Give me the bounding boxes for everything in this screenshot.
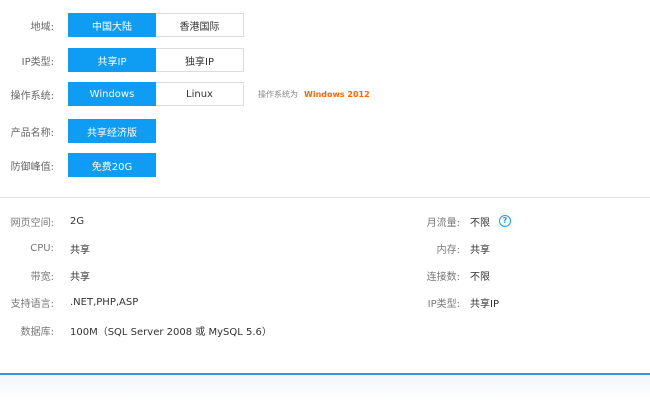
os-hint-value: Windows 2012 [304,89,370,99]
product-label: 产品名称: [10,127,54,139]
ddos-row: 防御峰值: 免费20G [0,152,156,178]
spec-database: 数据库: 100M（SQL Server 2008 或 MySQL 5.6） [0,323,272,338]
region-option-hongkong[interactable]: 香港国际 [156,13,244,37]
spec-value: 100M（SQL Server 2008 或 MySQL 5.6） [70,326,272,338]
spec-key: 数据库: [20,326,54,338]
ip-type-option-dedicated[interactable]: 独享IP [156,48,244,72]
ip-type-label: IP类型: [21,56,54,68]
ddos-label: 防御峰值: [10,161,54,173]
region-row: 地域: 中国大陆 香港国际 [0,12,244,38]
os-option-linux[interactable]: Linux [156,82,244,106]
product-option-shared-economy[interactable]: 共享经济版 [68,119,156,143]
os-hint-prefix: 操作系统为 [258,89,298,99]
spec-value: 共享 [70,244,90,256]
spec-key: IP类型: [427,298,460,310]
ddos-selector: 免费20G [68,153,156,177]
spec-key: 支持语言: [10,298,54,310]
ip-type-row: IP类型: 共享IP 独享IP [0,47,244,73]
spec-web-space: 网页空间: 2G [0,214,85,229]
os-option-windows[interactable]: Windows [68,82,156,106]
spec-key: 月流量: [426,217,460,229]
spec-bandwidth: 带宽: 共享 [0,268,90,283]
spec-key: CPU: [30,242,54,254]
region-selector: 中国大陆 香港国际 [68,13,244,37]
ip-type-option-shared[interactable]: 共享IP [68,48,156,72]
spec-value: 不限 [470,217,490,229]
os-row: 操作系统: Windows Linux 操作系统为 Windows 2012 [0,81,370,107]
spec-memory: 内存: 共享 [406,241,490,256]
bottom-shade [0,375,650,402]
spec-value: 共享 [70,271,90,283]
region-option-mainland[interactable]: 中国大陆 [68,13,156,37]
spec-ip-type: IP类型: 共享IP [406,295,499,310]
spec-key: 网页空间: [10,217,54,229]
help-icon[interactable]: ? [499,215,511,227]
spec-value: 2G [70,215,85,227]
os-label: 操作系统: [10,90,54,102]
os-selector: Windows Linux [68,82,244,106]
os-hint: 操作系统为 Windows 2012 [258,89,370,100]
region-label: 地域: [30,21,54,33]
spec-connections: 连接数: 不限 [406,268,490,283]
product-row: 产品名称: 共享经济版 [0,118,156,144]
section-divider [0,197,650,198]
spec-cpu: CPU: 共享 [0,241,90,256]
spec-monthly-traffic: 月流量: 不限 ? [406,214,511,229]
spec-key: 连接数: [426,271,460,283]
spec-value: 不限 [470,271,490,283]
spec-value: 共享IP [470,298,499,310]
spec-key: 带宽: [30,271,54,283]
spec-value: .NET,PHP,ASP [70,296,139,308]
ip-type-selector: 共享IP 独享IP [68,48,244,72]
ddos-option-free-20g[interactable]: 免费20G [68,153,156,177]
spec-languages: 支持语言: .NET,PHP,ASP [0,295,139,310]
spec-value: 共享 [470,244,490,256]
product-selector: 共享经济版 [68,119,156,143]
spec-key: 内存: [436,244,460,256]
